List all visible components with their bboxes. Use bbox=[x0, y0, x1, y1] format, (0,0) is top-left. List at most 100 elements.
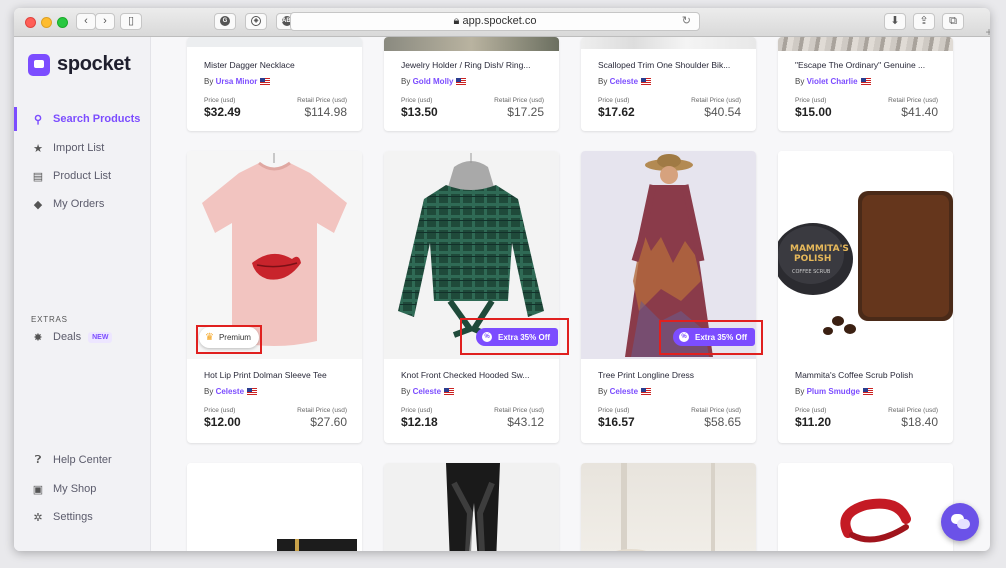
jar-label-line-2: POLISH bbox=[794, 254, 831, 264]
search-icon: ⚲ bbox=[33, 113, 43, 126]
product-seller: By Celeste bbox=[598, 77, 652, 86]
product-seller: By Plum Smudge bbox=[795, 387, 873, 396]
new-badge: NEW bbox=[88, 331, 113, 343]
discount-highlight-box-1 bbox=[460, 318, 569, 355]
brand-logo[interactable]: spocket bbox=[28, 53, 131, 76]
reload-icon[interactable]: ↻ bbox=[682, 14, 691, 27]
sidebar-item-my-shop[interactable]: ▣ My Shop bbox=[14, 477, 150, 501]
browser-window: ‹ › ▯ G ◈ ABP 🔒︎ app.spocket.co ↻ ⬇ ⇪ ⧉ … bbox=[14, 8, 990, 551]
us-flag-icon bbox=[641, 388, 652, 395]
tabs-icon[interactable]: ⧉ bbox=[942, 13, 964, 30]
sidebar-item-search-products[interactable]: ⚲ Search Products bbox=[14, 107, 150, 131]
us-flag-icon bbox=[260, 78, 271, 85]
jar-label-line-3: COFFEE SCRUB bbox=[792, 269, 831, 275]
product-image: MAMMITA'S POLISH COFFEE SCRUB bbox=[778, 151, 953, 359]
product-card[interactable]: Mister Dagger Necklace By Ursa Minor Pri… bbox=[187, 37, 362, 131]
list-icon: ▤ bbox=[32, 170, 44, 183]
product-price: $12.18 bbox=[401, 415, 438, 429]
product-retail-price: $43.12 bbox=[507, 415, 544, 429]
product-retail-price: $40.54 bbox=[704, 105, 741, 119]
product-title: Tree Print Longline Dress bbox=[598, 370, 695, 380]
discount-highlight-box-2 bbox=[659, 320, 763, 355]
price-label: Price (usd) bbox=[401, 97, 433, 104]
product-title: Jewelry Holder / Ring Dish/ Ring... bbox=[401, 60, 531, 70]
price-label: Price (usd) bbox=[598, 407, 630, 414]
product-retail-price: $41.40 bbox=[901, 105, 938, 119]
product-seller: By Celeste bbox=[204, 387, 258, 396]
star-icon: ★ bbox=[33, 142, 43, 155]
sidebar-item-label: Deals bbox=[53, 331, 82, 343]
product-seller: By Celeste bbox=[401, 387, 455, 396]
retail-label: Retail Price (usd) bbox=[494, 97, 544, 104]
product-card[interactable]: "Escape The Ordinary" Genuine ... By Vio… bbox=[778, 37, 953, 131]
zoom-window-button[interactable] bbox=[57, 17, 68, 28]
sidebar-item-label: Settings bbox=[53, 511, 93, 523]
minimize-window-button[interactable] bbox=[41, 17, 52, 28]
jar-label-line-1: MAMMITA'S bbox=[790, 244, 849, 254]
price-label: Price (usd) bbox=[598, 97, 630, 104]
sidebar-item-deals[interactable]: ✸ Deals NEW bbox=[14, 325, 150, 349]
us-flag-icon bbox=[862, 388, 873, 395]
product-seller: By Ursa Minor bbox=[204, 77, 271, 86]
chat-support-button[interactable] bbox=[941, 503, 979, 541]
product-card[interactable]: Jewelry Holder / Ring Dish/ Ring... By G… bbox=[384, 37, 559, 131]
us-flag-icon bbox=[641, 78, 652, 85]
us-flag-icon bbox=[860, 78, 871, 85]
product-price: $12.00 bbox=[204, 415, 241, 429]
sidebar-toggle-icon[interactable]: ▯ bbox=[120, 13, 142, 30]
product-card[interactable] bbox=[187, 463, 362, 551]
product-price: $15.00 bbox=[795, 105, 832, 119]
price-label: Price (usd) bbox=[795, 407, 827, 414]
us-flag-icon bbox=[247, 388, 258, 395]
product-seller: By Violet Charlie bbox=[795, 77, 871, 86]
product-image bbox=[384, 37, 559, 51]
address-bar[interactable]: 🔒︎ app.spocket.co ↻ bbox=[290, 12, 700, 31]
retail-label: Retail Price (usd) bbox=[888, 97, 938, 104]
close-window-button[interactable] bbox=[25, 17, 36, 28]
product-grid: Mister Dagger Necklace By Ursa Minor Pri… bbox=[151, 37, 990, 551]
shop-icon: ▣ bbox=[32, 483, 44, 496]
sidebar-item-my-orders[interactable]: ◆ My Orders bbox=[14, 192, 150, 216]
product-price: $11.20 bbox=[795, 415, 832, 429]
lock-icon: 🔒︎ bbox=[453, 15, 460, 27]
us-flag-icon bbox=[456, 78, 467, 85]
us-flag-icon bbox=[444, 388, 455, 395]
price-label: Price (usd) bbox=[204, 407, 236, 414]
sidebar-item-help-center[interactable]: ❓︎ Help Center bbox=[14, 448, 150, 472]
product-image bbox=[778, 37, 953, 51]
retail-label: Retail Price (usd) bbox=[297, 407, 347, 414]
sidebar-item-product-list[interactable]: ▤ Product List bbox=[14, 164, 150, 188]
sidebar-item-label: Help Center bbox=[53, 454, 112, 466]
sidebar-item-settings[interactable]: ✲ Settings bbox=[14, 505, 150, 529]
sidebar-item-label: Import List bbox=[53, 142, 105, 154]
share-icon[interactable]: ⇪ bbox=[913, 13, 935, 30]
extension-icon-2[interactable]: ◈ bbox=[245, 13, 267, 30]
product-retail-price: $58.65 bbox=[704, 415, 741, 429]
sidebar-item-label: Product List bbox=[53, 170, 112, 182]
product-image bbox=[778, 463, 953, 551]
product-image bbox=[581, 37, 756, 49]
product-price: $13.50 bbox=[401, 105, 438, 119]
product-card[interactable]: ♛ Premium Hot Lip Print Dolman Sleeve Te… bbox=[187, 151, 362, 443]
product-card[interactable] bbox=[581, 463, 756, 551]
product-card[interactable]: % Extra 35% Off Knot Front Checked Hoode… bbox=[384, 151, 559, 443]
download-icon[interactable]: ⬇ bbox=[884, 13, 906, 30]
product-title: "Escape The Ordinary" Genuine ... bbox=[795, 60, 926, 70]
product-card[interactable] bbox=[778, 463, 953, 551]
sidebar-item-import-list[interactable]: ★ Import List bbox=[14, 136, 150, 160]
product-card[interactable]: MAMMITA'S POLISH COFFEE SCRUB Mammita's … bbox=[778, 151, 953, 443]
product-image bbox=[581, 463, 756, 551]
product-card[interactable]: % Extra 35% Off Tree Print Longline Dres… bbox=[581, 151, 756, 443]
help-icon: ❓︎ bbox=[34, 453, 42, 466]
price-label: Price (usd) bbox=[401, 407, 433, 414]
forward-icon[interactable]: › bbox=[95, 13, 115, 30]
product-image bbox=[187, 463, 362, 551]
retail-label: Retail Price (usd) bbox=[297, 97, 347, 104]
product-card[interactable]: Scalloped Trim One Shoulder Bik... By Ce… bbox=[581, 37, 756, 131]
premium-highlight-box bbox=[196, 325, 262, 354]
extension-icon-1[interactable]: G bbox=[214, 13, 236, 30]
back-icon[interactable]: ‹ bbox=[76, 13, 96, 30]
product-card[interactable] bbox=[384, 463, 559, 551]
product-retail-price: $17.25 bbox=[507, 105, 544, 119]
product-seller: By Celeste bbox=[598, 387, 652, 396]
